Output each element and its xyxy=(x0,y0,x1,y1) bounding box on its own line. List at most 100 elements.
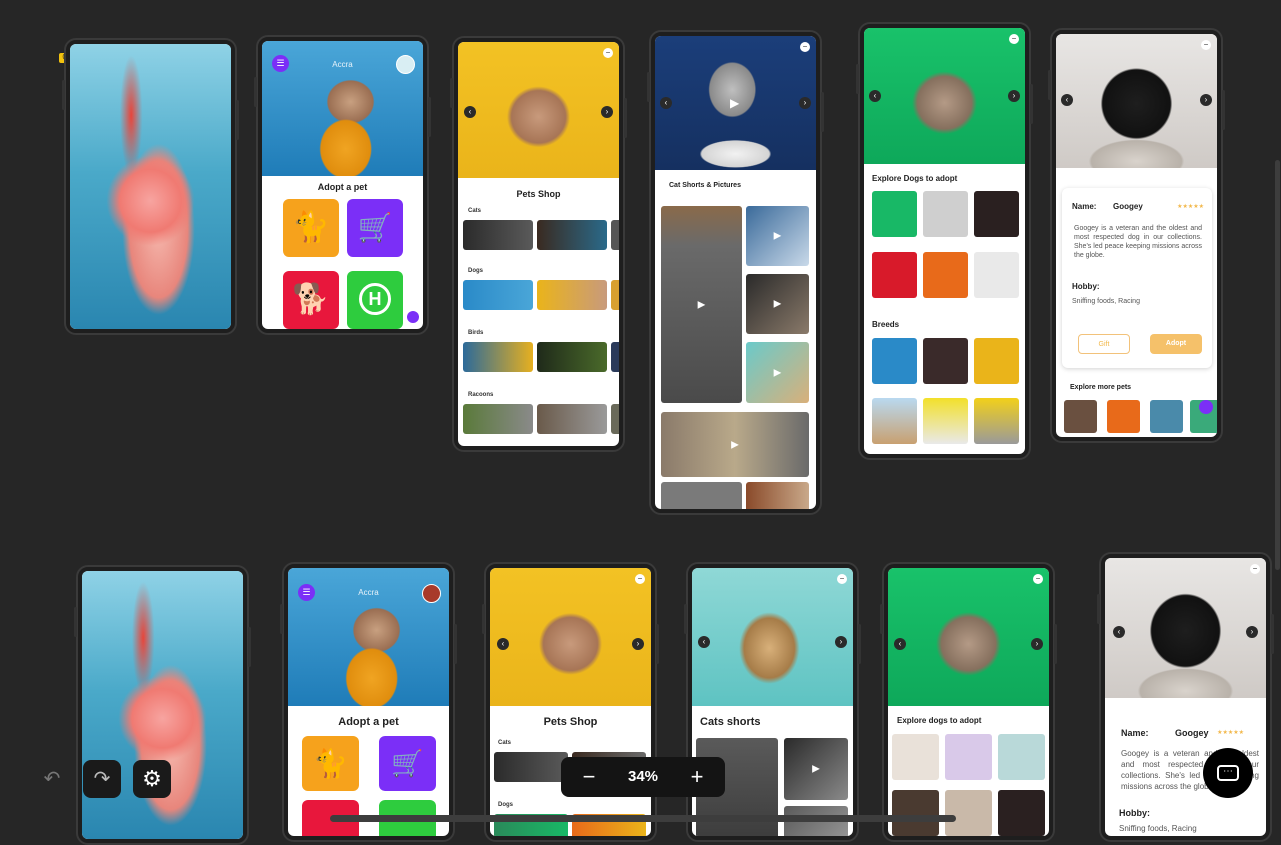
phone-shop-alt[interactable]: ‹ › − Pets Shop Cats Dogs xyxy=(482,562,659,842)
close-icon[interactable]: − xyxy=(603,48,613,58)
prev-arrow-icon[interactable]: ‹ xyxy=(464,106,476,118)
dog-card[interactable] xyxy=(892,790,939,836)
next-arrow-icon[interactable]: › xyxy=(835,636,847,648)
prev-arrow-icon[interactable]: ‹ xyxy=(894,638,906,650)
zoom-in-button[interactable]: + xyxy=(679,757,715,797)
racoon-thumb[interactable] xyxy=(463,404,533,434)
dog-card[interactable] xyxy=(998,734,1045,780)
adopt-shop-tile[interactable]: 🛒 xyxy=(347,199,403,257)
bird-thumb[interactable] xyxy=(537,342,607,372)
dog-card[interactable] xyxy=(923,252,968,298)
breed-card[interactable] xyxy=(974,398,1019,444)
next-arrow-icon[interactable]: › xyxy=(1200,94,1212,106)
close-icon[interactable]: − xyxy=(1201,40,1211,50)
undo-button[interactable]: ↶ xyxy=(33,760,71,798)
next-arrow-icon[interactable]: › xyxy=(601,106,613,118)
close-icon[interactable]: − xyxy=(1250,564,1260,574)
racoon-thumb[interactable] xyxy=(611,404,619,434)
phone-splash-alt[interactable] xyxy=(74,565,251,845)
close-icon[interactable]: − xyxy=(635,574,645,584)
breed-card[interactable] xyxy=(872,398,917,444)
breed-card[interactable] xyxy=(923,398,968,444)
chat-button[interactable]: ⋯ xyxy=(1203,748,1253,798)
bird-thumb[interactable] xyxy=(611,342,619,372)
video-thumb[interactable]: ▶ xyxy=(784,738,848,800)
prev-arrow-icon[interactable]: ‹ xyxy=(1113,626,1125,638)
more-pet-thumb[interactable] xyxy=(1064,400,1097,433)
dog-card[interactable] xyxy=(892,734,939,780)
phone-adopt[interactable]: ☰ Accra Adopt a pet 🐈 🛒 🐕 H xyxy=(254,35,431,335)
video-thumb[interactable] xyxy=(661,482,742,509)
fab-icon[interactable] xyxy=(407,311,419,323)
dog-card[interactable] xyxy=(945,790,992,836)
close-icon[interactable]: − xyxy=(1033,574,1043,584)
settings-button[interactable]: ⚙ xyxy=(133,760,171,798)
next-arrow-icon[interactable]: › xyxy=(1031,638,1043,650)
video-thumb[interactable]: ▶ xyxy=(746,274,809,334)
next-arrow-icon[interactable]: › xyxy=(1246,626,1258,638)
phone-shop[interactable]: ‹ › − Pets Shop Cats Dogs Birds Racoons xyxy=(450,36,627,452)
phone-explore[interactable]: ‹ › − Explore Dogs to adopt Breeds xyxy=(856,22,1033,460)
prev-arrow-icon[interactable]: ‹ xyxy=(869,90,881,102)
dog-thumb[interactable] xyxy=(611,280,619,310)
video-thumb[interactable]: ▶ xyxy=(661,206,742,403)
dog-card[interactable] xyxy=(974,252,1019,298)
redo-button[interactable]: ↷ xyxy=(83,760,121,798)
close-icon[interactable]: − xyxy=(800,42,810,52)
gift-button[interactable]: Gift xyxy=(1078,334,1130,354)
phone-profile-alt[interactable]: ‹ › − Name: Googey ★★★★★ Googey is a vet… xyxy=(1097,552,1274,842)
prev-arrow-icon[interactable]: ‹ xyxy=(1061,94,1073,106)
breed-card[interactable] xyxy=(872,338,917,384)
dog-card[interactable] xyxy=(923,191,968,237)
adopt-dog-tile[interactable]: 🐕 xyxy=(283,271,339,329)
dog-card[interactable] xyxy=(872,252,917,298)
cat-thumb[interactable] xyxy=(463,220,533,250)
adopt-shop-tile[interactable]: 🛒 xyxy=(379,736,436,791)
phone-adopt-alt[interactable]: ☰ Accra Adopt a pet 🐈 🛒 xyxy=(280,562,457,842)
dog-card[interactable] xyxy=(974,191,1019,237)
dog-thumb[interactable] xyxy=(463,280,533,310)
phone-cats-alt[interactable]: ‹ › − Cats shorts ▶ xyxy=(684,562,861,842)
phone-explore-alt[interactable]: ‹ › − Explore dogs to adopt xyxy=(880,562,1057,842)
adopt-cat-tile[interactable]: 🐈 xyxy=(302,736,359,791)
video-thumb[interactable]: ▶ xyxy=(746,342,809,403)
video-thumb[interactable]: ▶ xyxy=(746,206,809,266)
cat-thumb[interactable] xyxy=(611,220,619,250)
prev-arrow-icon[interactable]: ‹ xyxy=(660,97,672,109)
dog-card[interactable] xyxy=(998,790,1045,836)
close-icon[interactable]: − xyxy=(1009,34,1019,44)
next-arrow-icon[interactable]: › xyxy=(799,97,811,109)
prev-arrow-icon[interactable]: ‹ xyxy=(497,638,509,650)
racoon-thumb[interactable] xyxy=(537,404,607,434)
favorite-badge-icon[interactable] xyxy=(1199,400,1213,414)
phone-profile[interactable]: ‹ › − Name: Googey ★★★★★ Googey is a vet… xyxy=(1048,28,1225,443)
close-icon[interactable]: − xyxy=(837,574,847,584)
avatar[interactable] xyxy=(422,584,441,603)
phone-splash[interactable] xyxy=(62,38,239,335)
bird-thumb[interactable] xyxy=(463,342,533,372)
zoom-out-button[interactable]: − xyxy=(571,757,607,797)
prev-arrow-icon[interactable]: ‹ xyxy=(698,636,710,648)
video-thumb[interactable] xyxy=(746,482,809,509)
next-arrow-icon[interactable]: › xyxy=(632,638,644,650)
more-pet-thumb[interactable] xyxy=(1150,400,1183,433)
next-arrow-icon[interactable]: › xyxy=(1008,90,1020,102)
breed-card[interactable] xyxy=(974,338,1019,384)
cat-thumb[interactable] xyxy=(494,752,568,782)
zoom-level[interactable]: 34% xyxy=(613,757,673,797)
adopt-cat-tile[interactable]: 🐈 xyxy=(283,199,339,257)
avatar[interactable] xyxy=(396,55,415,74)
dog-thumb[interactable] xyxy=(537,280,607,310)
video-thumb[interactable]: ▶ xyxy=(661,412,809,477)
dog-card[interactable] xyxy=(945,734,992,780)
more-pet-thumb[interactable] xyxy=(1107,400,1140,433)
breed-card[interactable] xyxy=(923,338,968,384)
adopt-button[interactable]: Adopt xyxy=(1150,334,1202,354)
horizontal-scrollbar[interactable] xyxy=(330,815,956,822)
cat-thumb[interactable] xyxy=(537,220,607,250)
hero-play-icon[interactable]: ▶ xyxy=(730,96,739,110)
phone-cats[interactable]: ‹ › − ▶ Cat Shorts & Pictures ▶ ▶ ▶ ▶ ▶ xyxy=(647,30,824,515)
adopt-hospital-tile[interactable]: H xyxy=(347,271,403,329)
vertical-scrollbar[interactable] xyxy=(1275,160,1280,570)
dog-card[interactable] xyxy=(872,191,917,237)
